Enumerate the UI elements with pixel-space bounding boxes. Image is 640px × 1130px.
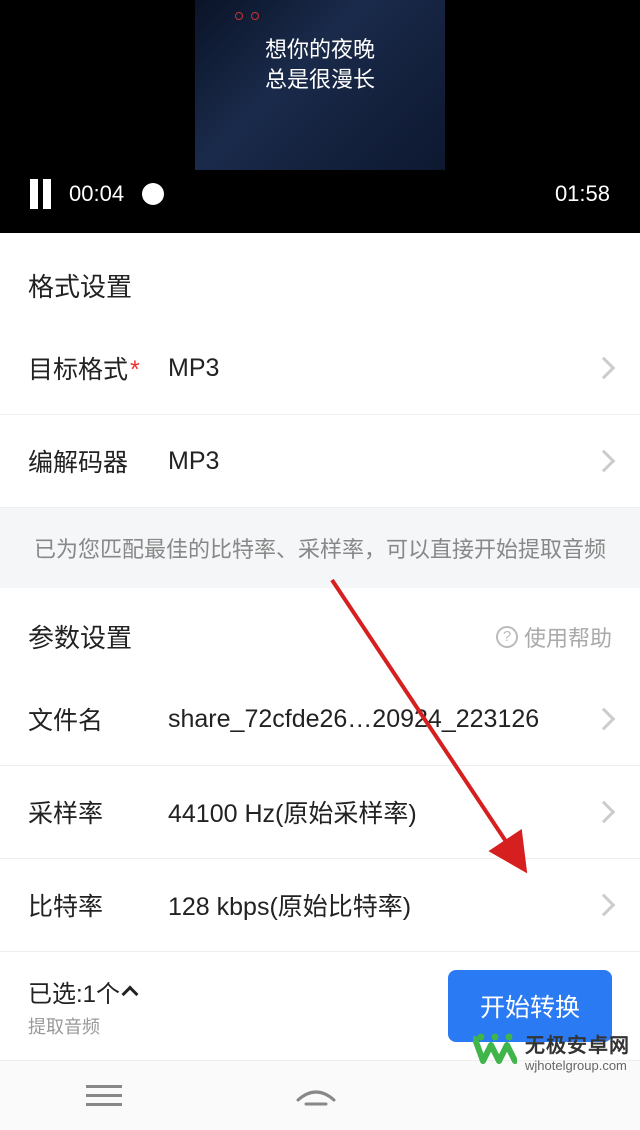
filename-label: 文件名 <box>28 701 168 737</box>
param-section-title: 参数设置 <box>28 618 496 655</box>
home-icon[interactable] <box>294 1082 338 1110</box>
bitrate-label: 比特率 <box>28 887 168 923</box>
time-elapsed: 00:04 <box>69 181 124 207</box>
lyric-line-2: 总是很漫长 <box>265 62 375 94</box>
chevron-up-icon <box>122 986 139 1003</box>
codec-row[interactable]: 编解码器 MP3 <box>0 415 640 508</box>
video-controls: 00:04 01:58 <box>0 179 640 209</box>
target-format-value: MP3 <box>168 354 586 383</box>
filename-value: share_72cfde26…20924_223126 <box>168 705 586 734</box>
codec-label: 编解码器 <box>28 443 168 479</box>
selected-subtitle: 提取音频 <box>28 1013 448 1039</box>
bitrate-row[interactable]: 比特率 128 kbps(原始比特率) <box>0 859 640 952</box>
video-thumbnail: 想你的夜晚 总是很漫长 <box>195 0 445 170</box>
chevron-right-icon <box>593 357 616 380</box>
filename-row[interactable]: 文件名 share_72cfde26…20924_223126 <box>0 673 640 766</box>
watermark-title: 无极安卓网 <box>525 1029 630 1058</box>
format-section-title: 格式设置 <box>0 233 640 322</box>
time-total: 01:58 <box>555 181 610 207</box>
required-star-icon: * <box>130 356 140 384</box>
chevron-right-icon <box>593 894 616 917</box>
question-circle-icon: ? <box>496 626 518 648</box>
chevron-right-icon <box>593 801 616 824</box>
selected-summary[interactable]: 已选:1个 提取音频 <box>28 974 448 1039</box>
target-format-row[interactable]: 目标格式* MP3 <box>0 322 640 415</box>
video-indicator-dots <box>235 12 259 20</box>
samplerate-value: 44100 Hz(原始采样率) <box>168 794 586 830</box>
samplerate-row[interactable]: 采样率 44100 Hz(原始采样率) <box>0 766 640 859</box>
selected-count-label: 已选:1个 <box>28 974 120 1009</box>
watermark-url: wjhotelgroup.com <box>525 1058 630 1073</box>
pause-button[interactable] <box>30 179 51 209</box>
menu-icon[interactable] <box>86 1085 122 1106</box>
target-format-label: 目标格式* <box>28 350 168 386</box>
lyric-line-1: 想你的夜晚 <box>265 32 375 64</box>
hint-message: 已为您匹配最佳的比特率、采样率，可以直接开始提取音频 <box>0 508 640 588</box>
samplerate-label: 采样率 <box>28 794 168 830</box>
video-player[interactable]: 想你的夜晚 总是很漫长 00:04 01:58 <box>0 0 640 233</box>
progress-handle[interactable] <box>142 183 164 205</box>
chevron-right-icon <box>593 450 616 473</box>
watermark-logo-icon <box>473 1031 517 1071</box>
bitrate-value: 128 kbps(原始比特率) <box>168 887 586 923</box>
param-section-header: 参数设置 ? 使用帮助 <box>0 588 640 673</box>
help-link[interactable]: ? 使用帮助 <box>496 621 612 653</box>
watermark: 无极安卓网 wjhotelgroup.com <box>473 1029 630 1073</box>
codec-value: MP3 <box>168 447 586 476</box>
help-label: 使用帮助 <box>524 621 612 653</box>
chevron-right-icon <box>593 708 616 731</box>
